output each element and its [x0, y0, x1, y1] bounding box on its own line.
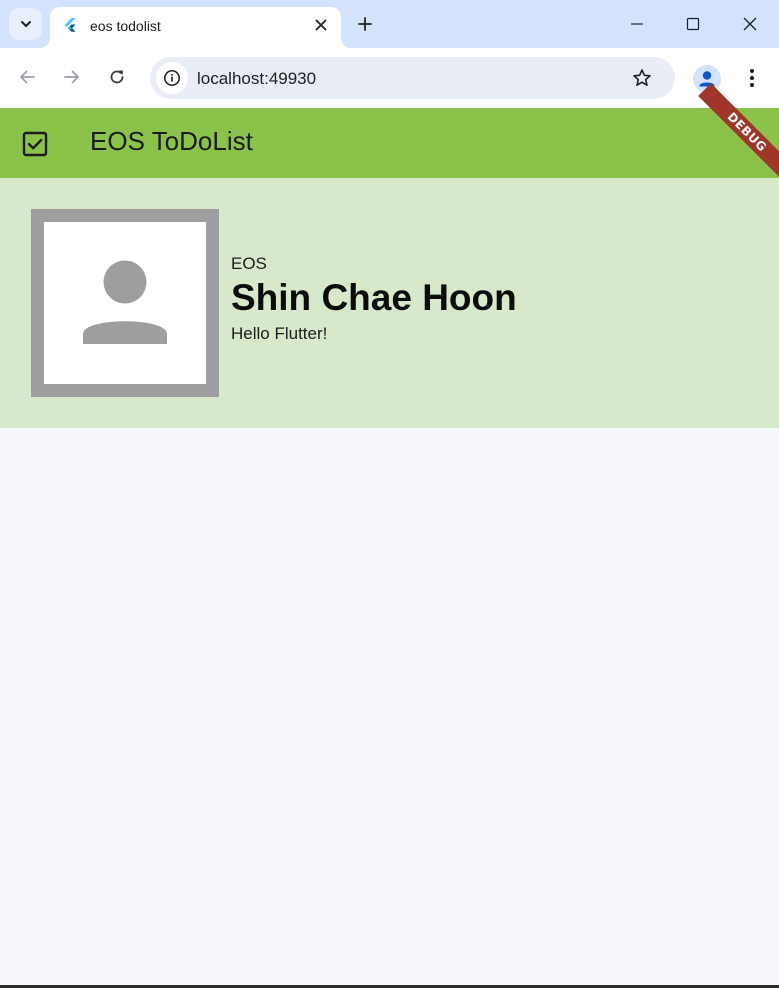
- app-title: EOS ToDoList: [90, 126, 253, 156]
- tab-close-button[interactable]: [311, 15, 331, 35]
- arrow-left-icon: [20, 70, 35, 84]
- person-icon: [83, 260, 167, 344]
- reload-icon: [110, 70, 124, 84]
- close-icon: [743, 17, 757, 31]
- app-bar: EOS ToDoList DEBUG: [0, 83, 779, 181]
- profile-card: EOS Shin Chae Hoon Hello Flutter!: [0, 178, 779, 428]
- browser-window: eos todolist localhost:49930 EOS ToDoLis…: [0, 0, 779, 988]
- new-tab-button[interactable]: [352, 11, 378, 37]
- url-text: localhost:49930: [197, 69, 317, 88]
- flutter-icon: [64, 18, 76, 32]
- app-viewport: EOS ToDoList DEBUG EOS Shin Chae Hoon He…: [0, 83, 779, 988]
- profile-org: EOS: [231, 254, 267, 273]
- maximize-button[interactable]: [664, 0, 722, 48]
- avatar-image: [44, 222, 206, 384]
- plus-icon: [358, 17, 372, 31]
- more-vert-icon: [750, 69, 754, 87]
- minimize-icon: [631, 23, 643, 25]
- tab-title: eos todolist: [90, 18, 161, 34]
- profile-greeting: Hello Flutter!: [231, 324, 328, 343]
- tab-strip: eos todolist: [0, 0, 779, 48]
- close-window-button[interactable]: [721, 0, 779, 48]
- tab-search-button[interactable]: [9, 8, 42, 40]
- check-box-icon[interactable]: [22, 131, 48, 157]
- browser-toolbar: localhost:49930: [0, 48, 779, 108]
- browser-menu-button[interactable]: [738, 62, 766, 94]
- browser-tab[interactable]: eos todolist: [50, 7, 341, 48]
- profile-name: Shin Chae Hoon: [231, 277, 517, 318]
- arrow-right-icon: [64, 70, 79, 84]
- minimize-button[interactable]: [608, 0, 666, 48]
- back-button[interactable]: [10, 60, 44, 94]
- avatar: [31, 209, 219, 397]
- maximize-icon: [686, 17, 700, 31]
- chevron-down-icon: [20, 21, 31, 27]
- reload-button[interactable]: [100, 60, 134, 94]
- profile-info: EOS Shin Chae Hoon Hello Flutter!: [231, 254, 517, 344]
- star-icon: [633, 69, 651, 86]
- bookmark-button[interactable]: [630, 66, 654, 90]
- site-info-button[interactable]: [156, 62, 188, 94]
- forward-button[interactable]: [55, 60, 89, 94]
- close-icon: [315, 19, 327, 31]
- address-bar[interactable]: localhost:49930: [150, 57, 675, 99]
- info-icon: [164, 70, 180, 86]
